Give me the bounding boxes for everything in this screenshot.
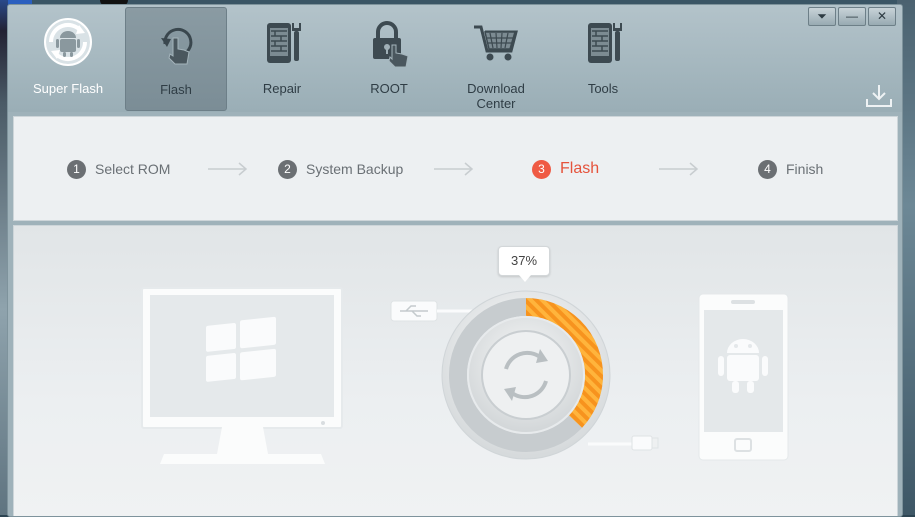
shopping-cart-icon xyxy=(474,25,518,61)
step-select-rom: 1 Select ROM xyxy=(67,159,170,179)
step-finish: 4 Finish xyxy=(758,159,823,179)
toolbar-repair-label: Repair xyxy=(262,81,302,96)
step-number: 4 xyxy=(758,159,777,179)
step-label: Finish xyxy=(786,161,824,177)
progress-percent-tooltip: 37% xyxy=(498,246,550,282)
usb-micro-cable-icon xyxy=(588,435,659,451)
toolbar-flash-button[interactable]: Flash xyxy=(125,7,227,111)
step-flash-current: 3 Flash xyxy=(532,159,599,179)
toolbar-super-flash-button[interactable]: Super Flash xyxy=(18,7,118,109)
minimize-button[interactable]: — xyxy=(838,7,866,26)
toolbar-download-center-label: Download Center xyxy=(467,81,525,111)
step-arrow-icon xyxy=(434,162,474,176)
android-phone-icon xyxy=(698,293,789,461)
flash-progress-area: 37% xyxy=(13,225,898,516)
window-controls: ⏷ — ✕ xyxy=(808,7,896,27)
step-arrow-icon xyxy=(208,162,248,176)
app-window: Super Flash Flash Repair ROOT Download C… xyxy=(7,4,903,517)
android-sync-icon xyxy=(44,18,92,66)
toolbar-super-flash-label: Super Flash xyxy=(32,81,104,96)
touch-refresh-icon xyxy=(161,27,193,65)
flash-progress-ring xyxy=(441,290,611,460)
toolbar-repair-button[interactable]: Repair xyxy=(232,7,332,109)
step-system-backup: 2 System Backup xyxy=(278,159,403,179)
toolbar-tools-button[interactable]: Tools xyxy=(553,7,653,109)
toolbar-root-button[interactable]: ROOT xyxy=(339,7,439,109)
toolbar-root-label: ROOT xyxy=(370,81,408,96)
phone-wrench-icon xyxy=(267,23,301,63)
step-label: System Backup xyxy=(306,161,404,177)
toolbar-download-center-button[interactable]: Download Center xyxy=(446,7,546,111)
step-number: 2 xyxy=(278,159,297,179)
close-button[interactable]: ✕ xyxy=(868,7,896,26)
computer-monitor-icon xyxy=(141,287,343,464)
step-arrow-icon xyxy=(659,162,699,176)
step-label: Select ROM xyxy=(95,161,171,177)
main-toolbar: Super Flash Flash Repair ROOT Download C… xyxy=(8,5,902,112)
lock-hand-icon xyxy=(373,21,409,67)
toolbar-tools-label: Tools xyxy=(587,81,619,96)
step-label: Flash xyxy=(560,160,600,177)
step-number: 1 xyxy=(67,159,86,179)
phone-tools-icon xyxy=(588,23,622,63)
flash-steps-bar: 1 Select ROM 2 System Backup 3 Flash 4 F… xyxy=(13,116,898,221)
toolbar-flash-label: Flash xyxy=(160,82,192,97)
download-tray-icon[interactable] xyxy=(864,83,894,109)
step-number: 3 xyxy=(532,159,551,179)
menu-dropdown-button[interactable]: ⏷ xyxy=(808,7,836,26)
